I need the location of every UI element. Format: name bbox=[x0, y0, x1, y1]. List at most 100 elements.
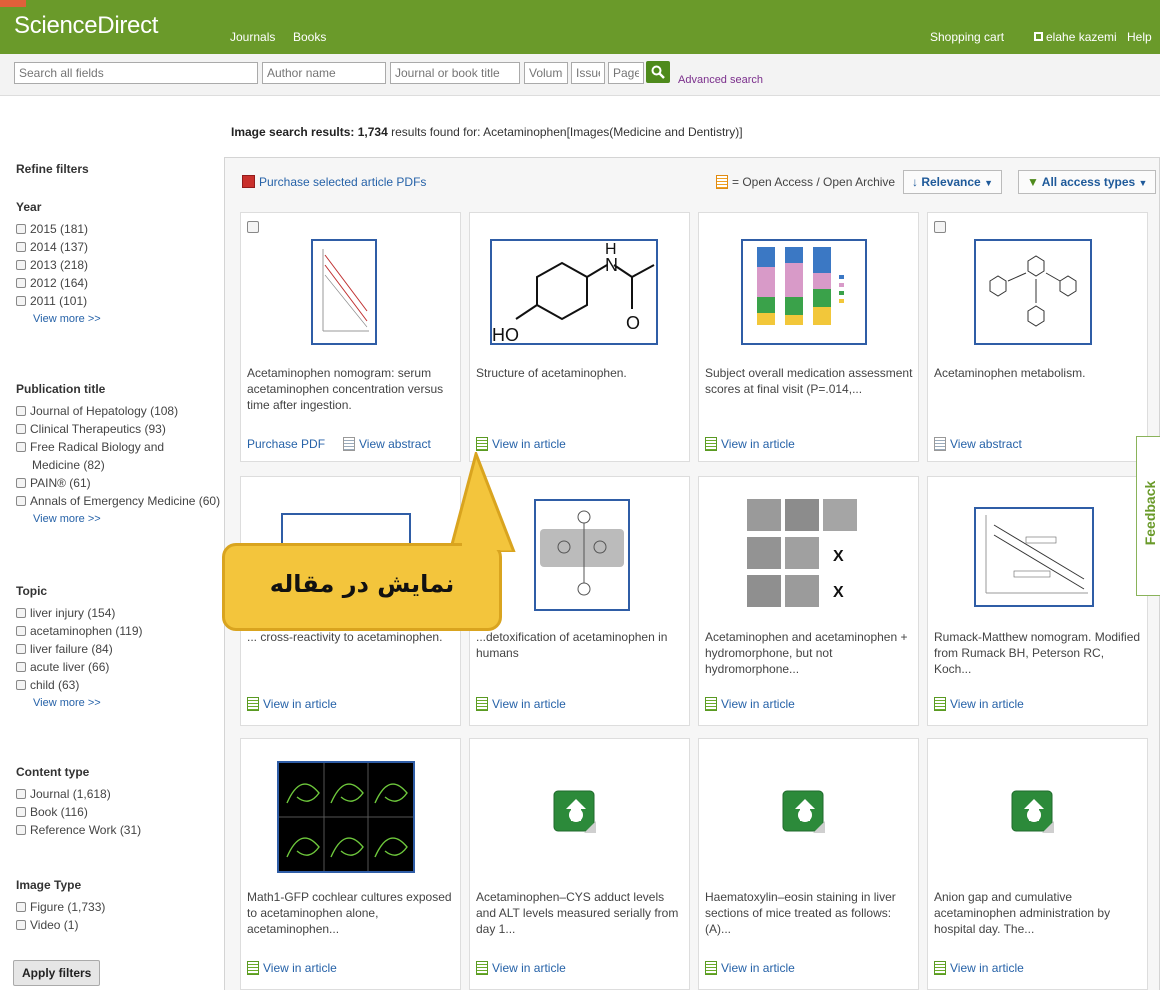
result-thumbnail[interactable]: N H O HO bbox=[490, 239, 658, 345]
checkbox[interactable] bbox=[16, 807, 26, 817]
filter-option[interactable]: liver failure (84) bbox=[16, 640, 143, 658]
result-card[interactable]: N H O HO Structure of acetaminophen. Vie… bbox=[469, 212, 690, 462]
result-card[interactable]: Anion gap and cumulative acetaminophen a… bbox=[927, 738, 1148, 990]
checkbox[interactable] bbox=[16, 626, 26, 636]
checkbox[interactable] bbox=[16, 662, 26, 672]
result-thumbnail[interactable] bbox=[534, 499, 630, 611]
checkbox[interactable] bbox=[16, 242, 26, 252]
issue-input[interactable] bbox=[571, 62, 605, 84]
filter-option[interactable]: Figure (1,733) bbox=[16, 898, 105, 916]
result-thumbnail[interactable] bbox=[741, 239, 867, 345]
result-thumbnail[interactable] bbox=[974, 507, 1094, 607]
search-all-fields-input[interactable] bbox=[14, 62, 258, 84]
filter-option[interactable]: Journal (1,618) bbox=[16, 785, 141, 803]
brand-logo[interactable]: ScienceDirect bbox=[14, 12, 158, 40]
checkbox[interactable] bbox=[16, 496, 26, 506]
filter-option[interactable]: Free Radical Biology and bbox=[16, 438, 220, 456]
view-more-link[interactable]: View more >> bbox=[33, 510, 220, 528]
filter-option[interactable]: PAIN® (61) bbox=[16, 474, 220, 492]
callout-pointer-mask bbox=[462, 530, 502, 550]
view-in-article-label: View in article bbox=[721, 437, 795, 451]
nav-books[interactable]: Books bbox=[293, 30, 326, 44]
checkbox[interactable] bbox=[16, 644, 26, 654]
checkbox[interactable] bbox=[16, 608, 26, 618]
view-in-article-link[interactable]: View in article bbox=[247, 961, 337, 975]
result-thumbnail[interactable] bbox=[974, 239, 1092, 345]
filter-option[interactable]: 2012 (164) bbox=[16, 274, 101, 292]
advanced-search-link[interactable]: Advanced search bbox=[678, 74, 763, 86]
result-card[interactable]: Rumack-Matthew nomogram. Modified from R… bbox=[927, 476, 1148, 726]
result-thumbnail[interactable]: X X bbox=[747, 499, 859, 611]
access-type-filter-button[interactable]: ▼ All access types ▼ bbox=[1018, 170, 1157, 194]
view-in-article-link[interactable]: View in article bbox=[247, 697, 337, 711]
filter-option[interactable]: 2014 (137) bbox=[16, 238, 101, 256]
result-card[interactable]: Haematoxylin–eosin staining in liver sec… bbox=[698, 738, 919, 990]
checkbox[interactable] bbox=[16, 680, 26, 690]
view-abstract-link[interactable]: View abstract bbox=[934, 437, 1022, 451]
filter-option[interactable]: Journal of Hepatology (108) bbox=[16, 402, 220, 420]
select-checkbox[interactable] bbox=[247, 221, 259, 233]
purchase-pdf-link[interactable]: Purchase PDF bbox=[247, 437, 325, 451]
filter-label: 2012 (164) bbox=[30, 276, 89, 290]
checkbox[interactable] bbox=[16, 406, 26, 416]
filter-option[interactable]: Annals of Emergency Medicine (60) bbox=[16, 492, 220, 510]
checkbox[interactable] bbox=[16, 825, 26, 835]
result-card[interactable]: Acetaminophen–CYS adduct levels and ALT … bbox=[469, 738, 690, 990]
nav-journals[interactable]: Journals bbox=[230, 30, 275, 44]
result-thumbnail[interactable] bbox=[311, 239, 377, 345]
view-more-link[interactable]: View more >> bbox=[33, 694, 143, 712]
feedback-tab[interactable]: Feedback bbox=[1136, 436, 1160, 596]
filter-option[interactable]: acute liver (66) bbox=[16, 658, 143, 676]
view-in-article-link[interactable]: View in article bbox=[934, 961, 1024, 975]
apply-filters-button[interactable]: Apply filters bbox=[13, 960, 101, 986]
filter-option[interactable]: 2015 (181) bbox=[16, 220, 101, 238]
view-abstract-link[interactable]: View abstract bbox=[343, 437, 431, 451]
result-card[interactable]: Subject overall medication assessment sc… bbox=[698, 212, 919, 462]
checkbox[interactable] bbox=[16, 920, 26, 930]
view-in-article-link[interactable]: View in article bbox=[476, 437, 566, 451]
filter-label: child (63) bbox=[30, 678, 80, 692]
filter-option[interactable]: child (63) bbox=[16, 676, 143, 694]
view-in-article-link[interactable]: View in article bbox=[705, 697, 795, 711]
filter-option[interactable]: Video (1) bbox=[16, 916, 105, 934]
journal-title-input[interactable] bbox=[390, 62, 520, 84]
filter-option[interactable]: liver injury (154) bbox=[16, 604, 143, 622]
filter-option[interactable]: Reference Work (31) bbox=[16, 821, 141, 839]
page-input[interactable] bbox=[608, 62, 644, 84]
view-in-article-link[interactable]: View in article bbox=[476, 961, 566, 975]
view-more-link[interactable]: View more >> bbox=[33, 310, 101, 328]
checkbox[interactable] bbox=[16, 278, 26, 288]
view-in-article-link[interactable]: View in article bbox=[705, 437, 795, 451]
checkbox[interactable] bbox=[16, 296, 26, 306]
result-card[interactable]: Math1-GFP cochlear cultures exposed to a… bbox=[240, 738, 461, 990]
result-card[interactable]: Acetaminophen metabolism. View abstract bbox=[927, 212, 1148, 462]
filter-option[interactable]: 2011 (101) bbox=[16, 292, 101, 310]
result-card[interactable]: X X Acetaminophen and acetaminophen + hy… bbox=[698, 476, 919, 726]
view-in-article-link[interactable]: View in article bbox=[934, 697, 1024, 711]
purchase-selected-pdfs-link[interactable]: Purchase selected article PDFs bbox=[242, 175, 426, 189]
filter-option[interactable]: 2013 (218) bbox=[16, 256, 101, 274]
filter-option[interactable]: acetaminophen (119) bbox=[16, 622, 143, 640]
shopping-cart-link[interactable]: Shopping cart bbox=[930, 30, 1004, 44]
volume-input[interactable] bbox=[524, 62, 568, 84]
result-card[interactable]: Acetaminophen nomogram: serum acetaminop… bbox=[240, 212, 461, 462]
filter-option[interactable]: Book (116) bbox=[16, 803, 141, 821]
checkbox[interactable] bbox=[16, 478, 26, 488]
user-menu[interactable]: elahe kazemi bbox=[1034, 30, 1117, 44]
view-in-article-link[interactable]: View in article bbox=[705, 961, 795, 975]
author-name-input[interactable] bbox=[262, 62, 386, 84]
checkbox[interactable] bbox=[16, 224, 26, 234]
help-link[interactable]: Help bbox=[1127, 30, 1152, 44]
svg-text:X: X bbox=[833, 584, 844, 601]
filter-option[interactable]: Clinical Therapeutics (93) bbox=[16, 420, 220, 438]
checkbox[interactable] bbox=[16, 424, 26, 434]
select-checkbox[interactable] bbox=[934, 221, 946, 233]
checkbox[interactable] bbox=[16, 442, 26, 452]
search-button[interactable] bbox=[646, 61, 670, 83]
checkbox[interactable] bbox=[16, 902, 26, 912]
checkbox[interactable] bbox=[16, 260, 26, 270]
checkbox[interactable] bbox=[16, 789, 26, 799]
view-in-article-link[interactable]: View in article bbox=[476, 697, 566, 711]
relevance-sort-button[interactable]: ↓ Relevance ▼ bbox=[903, 170, 1002, 194]
result-thumbnail[interactable] bbox=[277, 761, 415, 873]
